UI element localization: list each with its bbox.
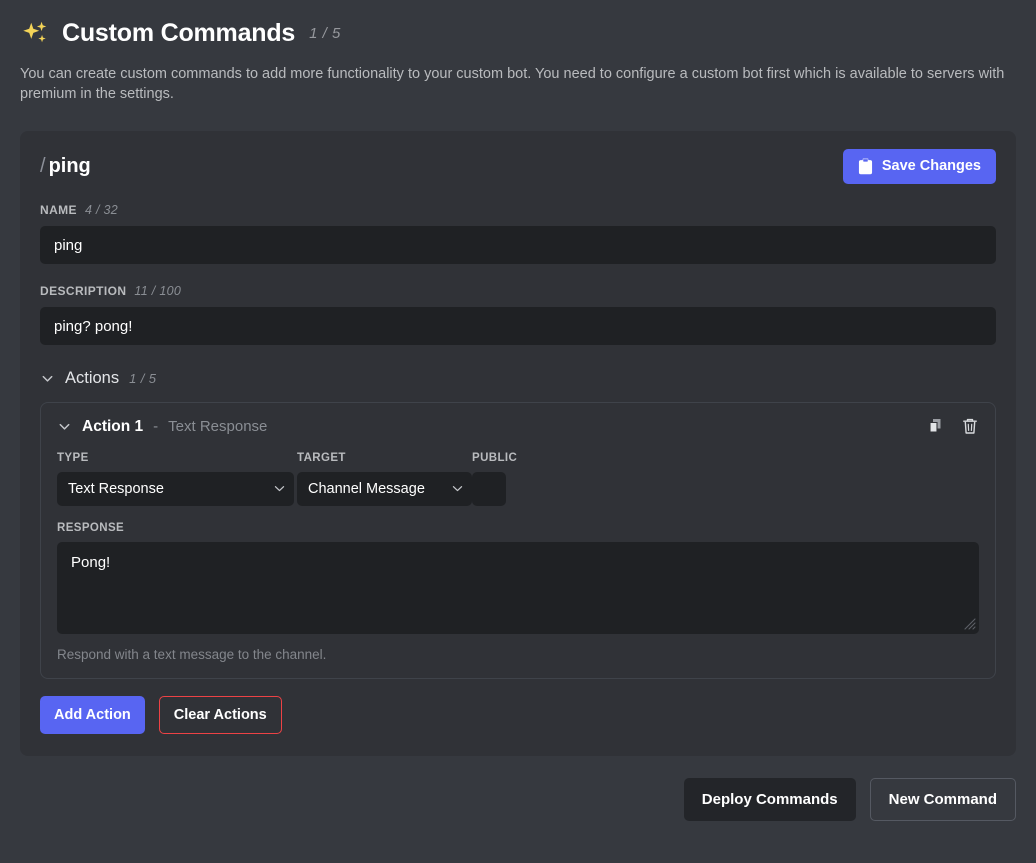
type-field-group: TYPE Text Response — [57, 452, 294, 506]
target-select-wrapper: Channel Message — [297, 472, 472, 506]
actions-section-toggle[interactable]: Actions 1 / 5 — [40, 369, 996, 388]
action-subtitle: Text Response — [168, 418, 267, 435]
add-action-button[interactable]: Add Action — [40, 696, 145, 734]
name-counter: 4 / 32 — [85, 203, 118, 217]
page-title-row: Custom Commands 1 / 5 — [20, 18, 1016, 48]
actions-title: Actions — [65, 369, 119, 388]
name-field-group: NAME 4 / 32 — [40, 203, 996, 264]
page-title-counter: 1 / 5 — [309, 25, 341, 42]
actions-counter: 1 / 5 — [129, 371, 156, 386]
action-name: Action 1 — [82, 418, 143, 436]
slash-prefix: / — [40, 155, 46, 177]
target-select[interactable]: Channel Message — [297, 472, 472, 506]
name-label-row: NAME 4 / 32 — [40, 203, 996, 217]
description-label: DESCRIPTION — [40, 284, 126, 298]
copy-icon[interactable] — [927, 417, 945, 436]
save-icon — [858, 158, 873, 175]
page-title: Custom Commands — [62, 19, 295, 48]
response-label: RESPONSE — [57, 522, 979, 534]
response-field-group: RESPONSE Pong! Respond with a text messa… — [57, 522, 979, 662]
name-label: NAME — [40, 203, 77, 217]
public-field-group: PUBLIC — [472, 452, 532, 506]
target-label: TARGET — [297, 452, 472, 464]
action-icon-group — [927, 417, 979, 436]
description-input[interactable] — [40, 307, 996, 345]
action-card: Action 1 - Text Response TYPE — [40, 402, 996, 679]
description-label-row: DESCRIPTION 11 / 100 — [40, 284, 996, 298]
action-card-header: Action 1 - Text Response — [57, 417, 979, 436]
sparkles-icon — [20, 18, 50, 48]
name-input[interactable] — [40, 226, 996, 264]
trash-icon[interactable] — [961, 417, 979, 436]
command-name-text: ping — [49, 155, 91, 177]
command-title: /ping — [40, 155, 91, 178]
page-description: You can create custom commands to add mo… — [20, 64, 1010, 104]
public-checkbox[interactable] — [472, 472, 506, 506]
footer-actions: Deploy Commands New Command — [20, 778, 1016, 821]
new-command-button[interactable]: New Command — [870, 778, 1016, 821]
command-card-header: /ping Save Changes — [40, 149, 996, 183]
chevron-down-icon — [57, 419, 72, 434]
response-textarea[interactable]: Pong! — [57, 542, 979, 634]
response-textarea-wrapper: Pong! — [57, 542, 979, 634]
action-settings-row: TYPE Text Response TARGET Channel Messag… — [57, 452, 979, 506]
target-field-group: TARGET Channel Message — [297, 452, 472, 506]
description-field-group: DESCRIPTION 11 / 100 — [40, 284, 996, 345]
command-card: /ping Save Changes NAME 4 / 32 DESCRIPTI… — [20, 131, 1016, 756]
public-label: PUBLIC — [472, 452, 532, 464]
action-buttons-row: Add Action Clear Actions — [40, 696, 996, 734]
deploy-commands-button[interactable]: Deploy Commands — [684, 778, 856, 821]
action-collapse-toggle[interactable]: Action 1 - Text Response — [57, 418, 267, 436]
type-label: TYPE — [57, 452, 294, 464]
chevron-down-icon — [40, 371, 55, 386]
description-counter: 11 / 100 — [134, 284, 181, 298]
save-changes-label: Save Changes — [882, 158, 981, 174]
response-helper-text: Respond with a text message to the chann… — [57, 647, 979, 662]
save-changes-button[interactable]: Save Changes — [843, 149, 996, 184]
type-select[interactable]: Text Response — [57, 472, 294, 506]
type-select-wrapper: Text Response — [57, 472, 294, 506]
action-separator: - — [153, 418, 158, 435]
clear-actions-button[interactable]: Clear Actions — [159, 696, 282, 734]
page-header: Custom Commands 1 / 5 You can create cus… — [0, 0, 1036, 104]
